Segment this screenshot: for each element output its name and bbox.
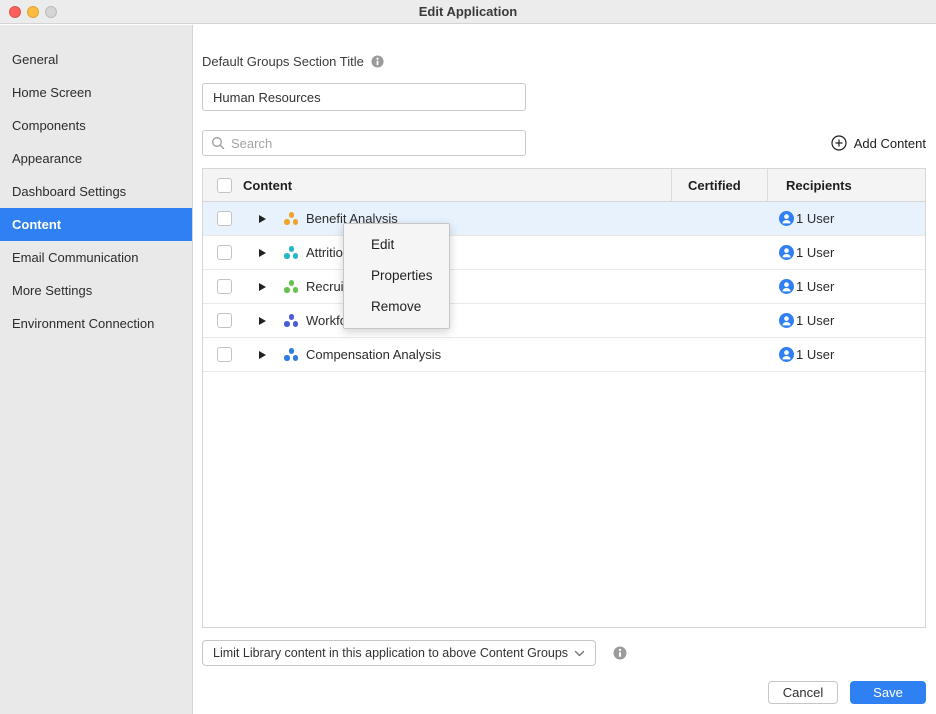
sidebar: General Home Screen Components Appearanc…: [0, 25, 193, 714]
content-group-icon: [284, 212, 298, 225]
content-panel: Default Groups Section Title: [194, 25, 936, 714]
recipients-cell: 1 User: [767, 270, 925, 303]
window-title: Edit Application: [0, 0, 936, 24]
select-all-checkbox[interactable]: [217, 178, 232, 193]
recipients-cell: 1 User: [767, 338, 925, 371]
user-icon: [779, 245, 794, 260]
default-groups-title-label: Default Groups Section Title: [202, 54, 364, 69]
column-header-recipients: Recipients: [767, 169, 925, 201]
save-button[interactable]: Save: [850, 681, 926, 704]
recipients-count: 1 User: [796, 347, 834, 362]
content-name: Compensation Analysis: [306, 347, 441, 362]
sidebar-item-home-screen[interactable]: Home Screen: [0, 76, 192, 109]
expand-caret-icon[interactable]: [259, 351, 266, 359]
recipients-count: 1 User: [796, 211, 834, 226]
user-icon: [779, 211, 794, 226]
add-content-label: Add Content: [854, 136, 926, 151]
content-table: Content Certified Recipients Benefit Ana…: [202, 168, 926, 628]
user-icon: [779, 313, 794, 328]
context-menu-item-remove[interactable]: Remove: [344, 291, 449, 322]
context-menu-item-edit[interactable]: Edit: [344, 229, 449, 260]
table-row[interactable]: Attrition Analysis 1 User: [203, 236, 925, 270]
recipients-count: 1 User: [796, 279, 834, 294]
recipients-cell: 1 User: [767, 304, 925, 337]
search-input[interactable]: [231, 136, 517, 151]
sidebar-item-environment-connection[interactable]: Environment Connection: [0, 307, 192, 340]
column-header-certified: Certified: [671, 169, 767, 201]
user-icon: [779, 279, 794, 294]
title-bar: Edit Application: [0, 0, 936, 24]
edit-application-window: Edit Application General Home Screen Com…: [0, 0, 936, 714]
context-menu-item-properties[interactable]: Properties: [344, 260, 449, 291]
info-icon[interactable]: [371, 55, 384, 68]
column-header-content: Content: [243, 178, 671, 193]
recipients-count: 1 User: [796, 245, 834, 260]
recipients-cell: 1 User: [767, 236, 925, 269]
sidebar-item-email-communication[interactable]: Email Communication: [0, 241, 192, 274]
certified-cell: [671, 236, 767, 269]
sidebar-item-more-settings[interactable]: More Settings: [0, 274, 192, 307]
sidebar-item-general[interactable]: General: [0, 43, 192, 76]
expand-caret-icon[interactable]: [259, 317, 266, 325]
expand-caret-icon[interactable]: [259, 249, 266, 257]
sidebar-item-appearance[interactable]: Appearance: [0, 142, 192, 175]
section-title-input[interactable]: [202, 83, 526, 111]
cancel-button[interactable]: Cancel: [768, 681, 838, 704]
row-checkbox[interactable]: [217, 347, 232, 362]
add-content-button[interactable]: Add Content: [831, 135, 926, 151]
table-row[interactable]: Workforce Analysis 1 User: [203, 304, 925, 338]
context-menu: Edit Properties Remove: [343, 223, 450, 329]
content-group-icon: [284, 246, 298, 259]
table-header: Content Certified Recipients: [203, 169, 925, 202]
certified-cell: [671, 202, 767, 235]
limit-library-select-value: Limit Library content in this applicatio…: [213, 646, 574, 660]
chevron-down-icon: [574, 650, 585, 657]
user-icon: [779, 347, 794, 362]
content-group-icon: [284, 280, 298, 293]
sidebar-item-components[interactable]: Components: [0, 109, 192, 142]
plus-circle-icon: [831, 135, 847, 151]
limit-library-select[interactable]: Limit Library content in this applicatio…: [202, 640, 596, 666]
content-group-icon: [284, 348, 298, 361]
certified-cell: [671, 338, 767, 371]
search-icon: [211, 136, 225, 150]
row-checkbox[interactable]: [217, 211, 232, 226]
content-group-icon: [284, 314, 298, 327]
info-icon[interactable]: [613, 646, 627, 660]
table-row[interactable]: Compensation Analysis 1 User: [203, 338, 925, 372]
recipients-cell: 1 User: [767, 202, 925, 235]
expand-caret-icon[interactable]: [259, 215, 266, 223]
row-checkbox[interactable]: [217, 279, 232, 294]
expand-caret-icon[interactable]: [259, 283, 266, 291]
certified-cell: [671, 304, 767, 337]
sidebar-item-content[interactable]: Content: [0, 208, 192, 241]
table-row[interactable]: Benefit Analysis 1 User: [203, 202, 925, 236]
row-checkbox[interactable]: [217, 245, 232, 260]
recipients-count: 1 User: [796, 313, 834, 328]
row-checkbox[interactable]: [217, 313, 232, 328]
table-row[interactable]: Recruiting Analysis 1 User: [203, 270, 925, 304]
search-box: [202, 130, 526, 156]
certified-cell: [671, 270, 767, 303]
sidebar-item-dashboard-settings[interactable]: Dashboard Settings: [0, 175, 192, 208]
